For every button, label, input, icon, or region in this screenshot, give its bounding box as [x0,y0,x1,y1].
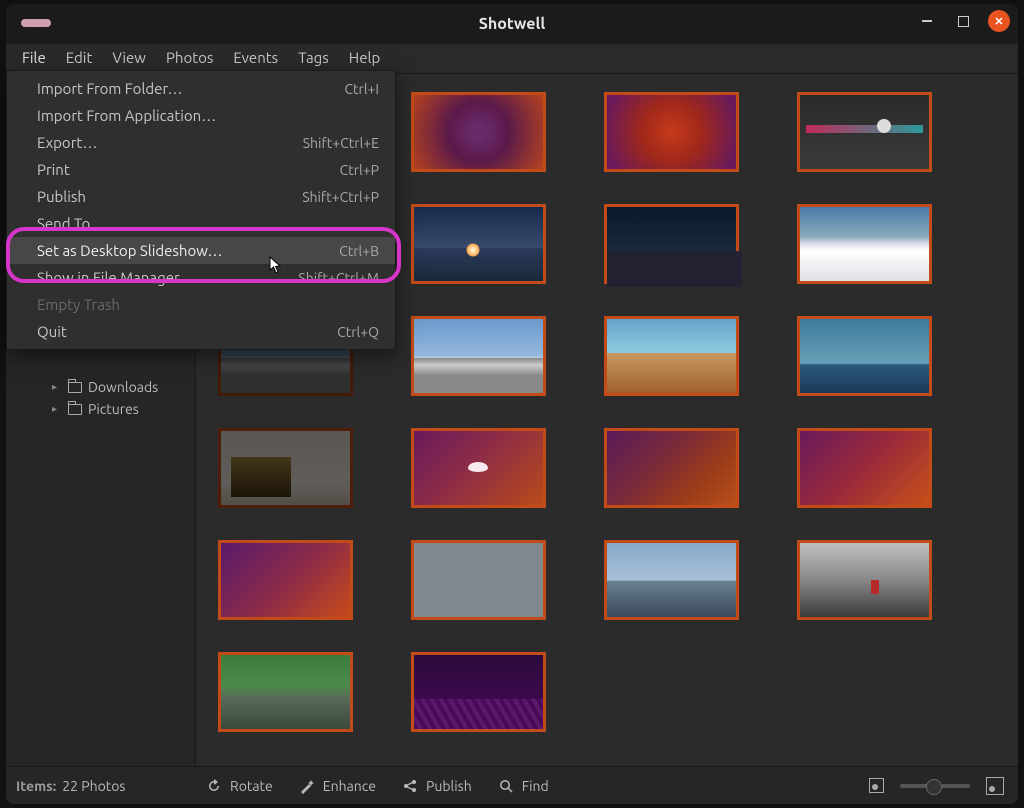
close-button[interactable] [988,10,1010,32]
menu-send-to[interactable]: Send To… [7,210,395,237]
photo-thumbnail[interactable] [411,540,546,620]
photo-thumbnail[interactable] [797,204,932,284]
photo-thumbnail[interactable] [218,540,353,620]
menu-accel: Shift+Ctrl+E [303,135,379,151]
photo-thumbnail[interactable] [604,316,739,396]
find-button[interactable]: Find [498,778,549,794]
minimize-button[interactable] [916,10,938,32]
status-bar: Items: 22 Photos [6,778,196,794]
thumbnail-large-icon[interactable] [986,777,1004,795]
menu-file[interactable]: File [12,44,56,73]
photo-thumbnail[interactable] [411,428,546,508]
photo-thumbnail[interactable] [797,92,932,172]
chevron-right-icon: ▸ [52,403,62,415]
rotate-icon [206,778,222,794]
menu-view[interactable]: View [102,44,156,73]
menu-quit[interactable]: Quit Ctrl+Q [7,318,395,345]
menu-import-from-folder[interactable]: Import From Folder… Ctrl+I [7,75,395,102]
menu-label: Export… [37,134,97,151]
menu-accel: Ctrl+Q [337,324,379,340]
menu-events[interactable]: Events [223,44,288,73]
folder-icon [68,382,82,393]
window-title: Shotwell [6,15,1018,33]
chevron-right-icon: ▸ [52,381,62,393]
status-items-label: Items: [16,778,56,794]
menu-accel: Shift+Ctrl+P [302,189,379,205]
photo-thumbnail[interactable] [797,540,932,620]
wand-icon [299,778,315,794]
menu-accel: Shift+Ctrl+M [298,270,379,286]
menu-label: Publish [37,188,86,205]
photo-thumbnail[interactable] [411,316,546,396]
titlebar: Shotwell [6,4,1018,44]
menu-edit[interactable]: Edit [56,44,103,73]
photo-thumbnail[interactable] [797,428,932,508]
zoom-slider[interactable] [900,784,970,788]
toolbar: Rotate Enhance Publish Find [196,777,1018,795]
menu-accel: Ctrl+I [344,81,379,97]
menu-label: Show in File Manager [37,269,180,286]
photo-thumbnail[interactable] [411,204,546,284]
folder-icon [68,404,82,415]
maximize-button[interactable] [952,10,974,32]
status-items-count: 22 Photos [62,778,125,794]
sidebar-item-label: Pictures [88,401,139,417]
toolbar-label: Rotate [230,778,273,794]
photo-thumbnail[interactable] [604,428,739,508]
menu-set-as-desktop-slideshow[interactable]: Set as Desktop Slideshow… Ctrl+B [7,237,395,264]
menu-label: Print [37,161,70,178]
menu-accel: Ctrl+B [339,243,379,259]
menu-label: Import From Folder… [37,80,182,97]
menu-tags[interactable]: Tags [288,44,339,73]
menu-empty-trash: Empty Trash [7,291,395,318]
menu-label: Import From Application… [37,107,216,124]
menu-import-from-application[interactable]: Import From Application… [7,102,395,129]
toolbar-label: Enhance [323,778,376,794]
publish-button[interactable]: Publish [402,778,472,794]
menu-show-in-file-manager[interactable]: Show in File Manager Shift+Ctrl+M [7,264,395,291]
menu-label: Send To… [37,215,105,232]
toolbar-label: Publish [426,778,472,794]
enhance-button[interactable]: Enhance [299,778,376,794]
photo-thumbnail[interactable] [218,428,353,508]
file-menu-dropdown: Import From Folder… Ctrl+I Import From A… [6,70,396,350]
toolbar-label: Find [522,778,549,794]
menu-label: Set as Desktop Slideshow… [37,242,222,259]
sidebar-item-downloads[interactable]: ▸ Downloads [6,376,195,398]
photo-thumbnail[interactable] [218,652,353,732]
photo-thumbnail[interactable] [411,652,546,732]
sidebar-item-label: Downloads [88,379,158,395]
rotate-button[interactable]: Rotate [206,778,273,794]
photo-thumbnail[interactable] [604,204,739,284]
photo-thumbnail[interactable] [797,316,932,396]
share-icon [402,778,418,794]
menu-print[interactable]: Print Ctrl+P [7,156,395,183]
photo-thumbnail[interactable] [411,92,546,172]
window-controls [916,10,1010,32]
menu-publish[interactable]: Publish Shift+Ctrl+P [7,183,395,210]
sidebar-item-pictures[interactable]: ▸ Pictures [6,398,195,420]
menu-label: Quit [37,323,67,340]
menu-label: Empty Trash [37,296,120,313]
photo-thumbnail[interactable] [604,92,739,172]
menu-photos[interactable]: Photos [156,44,223,73]
menu-help[interactable]: Help [339,44,390,73]
photo-thumbnail[interactable] [604,540,739,620]
thumbnail-small-icon[interactable] [869,778,884,793]
search-icon [498,778,514,794]
footer: Items: 22 Photos Rotate Enhance Publis [6,766,1018,804]
menu-export[interactable]: Export… Shift+Ctrl+E [7,129,395,156]
menu-accel: Ctrl+P [340,162,379,178]
